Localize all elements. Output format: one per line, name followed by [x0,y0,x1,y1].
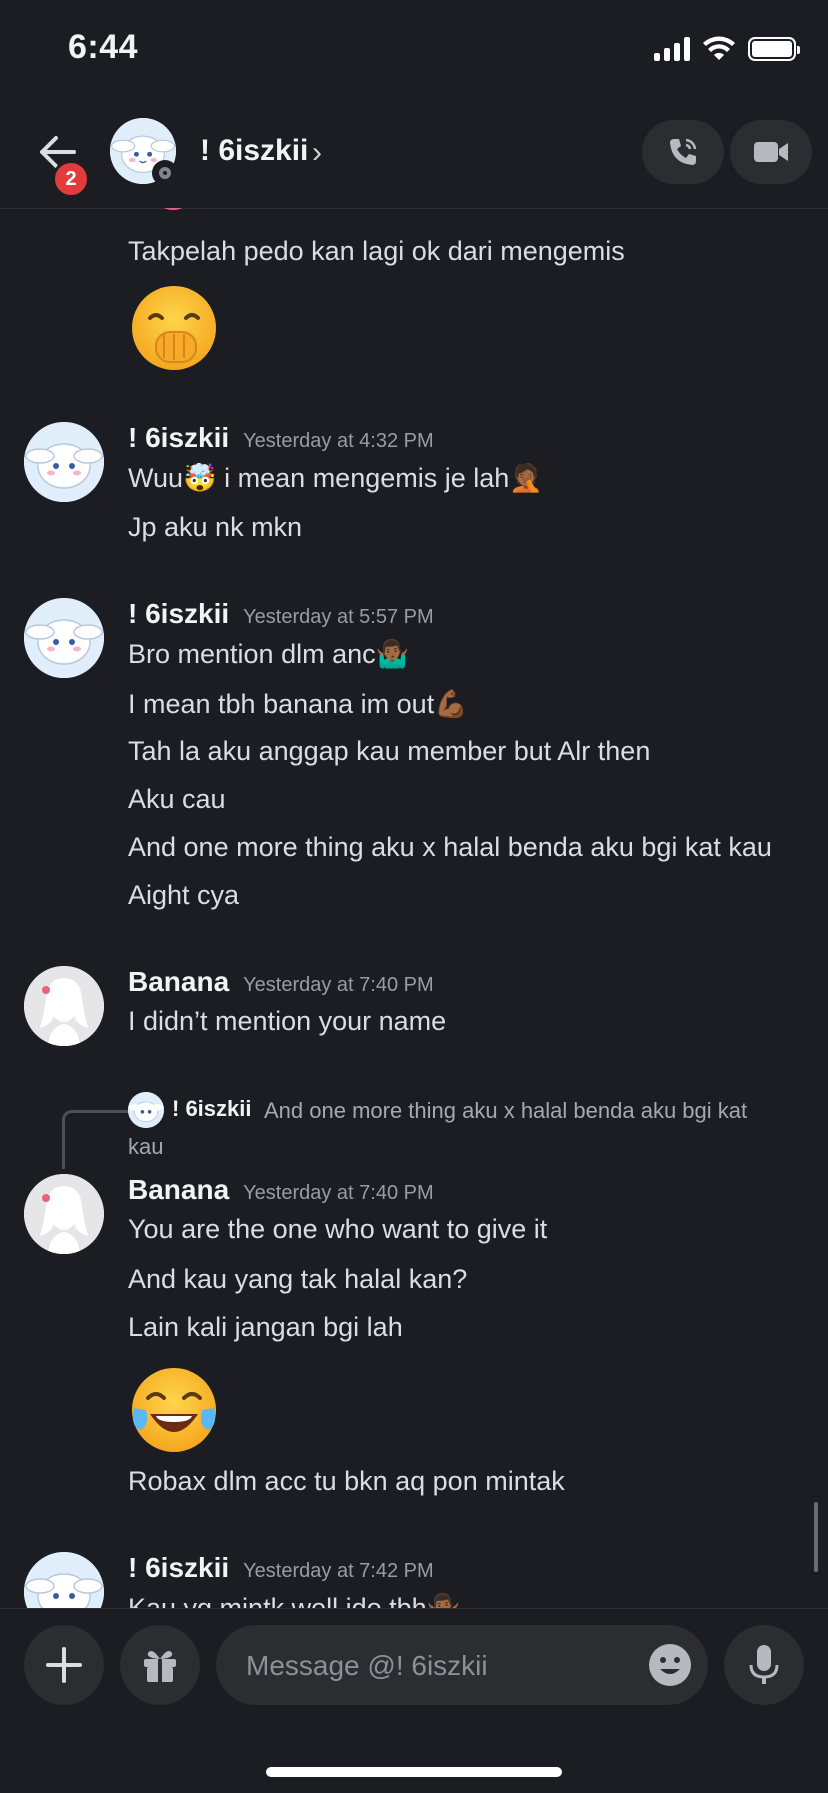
plus-icon [46,1647,82,1683]
message-text: Wuu🤯 i mean mengemis je lah🤦🏾 [128,463,543,493]
attach-button[interactable] [24,1625,104,1705]
avatar[interactable] [24,1174,104,1254]
cinnamoroll-avatar-icon [24,1552,104,1608]
reply-text: And one more thing aku x halal benda aku… [264,1098,748,1123]
face-with-tears-of-joy-emoji [132,1368,216,1452]
message-timestamp: Yesterday at 4:32 PM [243,430,434,452]
message-text: Aku cau [128,784,226,814]
cinnamoroll-avatar-icon [24,598,104,678]
message-text: I mean tbh banana im out💪🏾 [128,689,468,719]
gift-icon [144,1651,176,1682]
message-text: Robax dlm acc tu bkn aq pon mintak [128,1466,565,1496]
message-input-container [216,1625,708,1707]
message-author[interactable]: Banana Yesterday at 7:40 PM [128,966,434,998]
message-text: Tah la aku anggap kau member but Alr the… [128,736,651,766]
author-name[interactable]: Banana [128,1174,229,1205]
scrollbar[interactable] [814,1502,818,1572]
reply-author[interactable]: ! 6iszkii [172,1096,251,1122]
author-name[interactable]: ! 6iszkii [128,1552,229,1583]
author-name[interactable]: Banana [128,966,229,997]
hand-over-mouth-emoji [132,286,216,370]
offline-status-icon [152,160,178,186]
avatar[interactable] [24,1552,104,1608]
avatar[interactable] [24,422,104,502]
chevron-right-icon[interactable]: › [312,136,322,170]
message-text: And kau yang tak halal kan? [128,1264,468,1294]
message-input[interactable] [244,1625,608,1707]
cellular-signal-icon [654,37,690,61]
cinnamoroll-avatar-icon [24,422,104,502]
header-username[interactable]: ! 6iszkii [200,134,308,168]
message-composer [0,1608,828,1793]
message-timestamp: Yesterday at 5:57 PM [243,606,434,628]
message-author[interactable]: ! 6iszkii Yesterday at 4:32 PM [128,422,434,454]
message-text: You are the one who want to give it [128,1214,548,1244]
message-text: Jp aku nk mkn [128,512,303,542]
dm-header: 2 ! 6iszkii › [0,100,828,209]
message-timestamp: Yesterday at 7:40 PM [243,974,434,996]
reply-connector [62,1110,129,1169]
girl-silhouette-avatar-icon [24,966,104,1046]
cropped-emoji [163,208,183,210]
message-author[interactable]: ! 6iszkii Yesterday at 7:42 PM [128,1552,434,1584]
message-text: Lain kali jangan bgi lah [128,1312,403,1342]
reply-text: kau [128,1134,164,1159]
avatar[interactable] [24,598,104,678]
phone-icon [670,138,697,165]
status-bar: 6:44 [0,0,828,100]
gift-button[interactable] [120,1625,200,1705]
video-call-button[interactable] [730,120,812,184]
home-indicator[interactable] [266,1767,562,1777]
avatar [128,1092,164,1128]
girl-silhouette-avatar-icon [24,1174,104,1254]
voice-message-button[interactable] [724,1625,804,1705]
message-timestamp: Yesterday at 7:42 PM [243,1560,434,1582]
message-text: Bro mention dlm anc🤷🏾‍♂️ [128,639,410,669]
message-text: Aight cya [128,880,240,910]
video-camera-icon [754,142,788,162]
status-time: 6:44 [68,28,139,66]
author-name[interactable]: ! 6iszkii [128,422,229,453]
battery-icon [748,37,800,61]
emoji-picker-icon[interactable] [648,1643,692,1687]
message-timestamp: Yesterday at 7:40 PM [243,1182,434,1204]
microphone-icon [749,1645,779,1684]
unread-badge: 2 [52,160,90,198]
voice-call-button[interactable] [642,120,724,184]
message-text: And one more thing aku x halal benda aku… [128,832,772,862]
message-text: I didn’t mention your name [128,1006,447,1036]
message-author[interactable]: ! 6iszkii Yesterday at 5:57 PM [128,598,434,630]
message-author[interactable]: Banana Yesterday at 7:40 PM [128,1174,434,1206]
message-list[interactable]: Takpelah pedo kan lagi ok dari mengemis … [0,208,828,1608]
wifi-icon [703,36,735,60]
avatar[interactable] [24,966,104,1046]
status-icons [654,36,800,62]
cinnamoroll-avatar-icon [128,1092,164,1128]
message-text: Kau yg mintk well ido tbh🤷🏾‍♂️ [128,1593,461,1608]
author-name[interactable]: ! 6iszkii [128,598,229,629]
message-text: Takpelah pedo kan lagi ok dari mengemis [128,236,625,266]
